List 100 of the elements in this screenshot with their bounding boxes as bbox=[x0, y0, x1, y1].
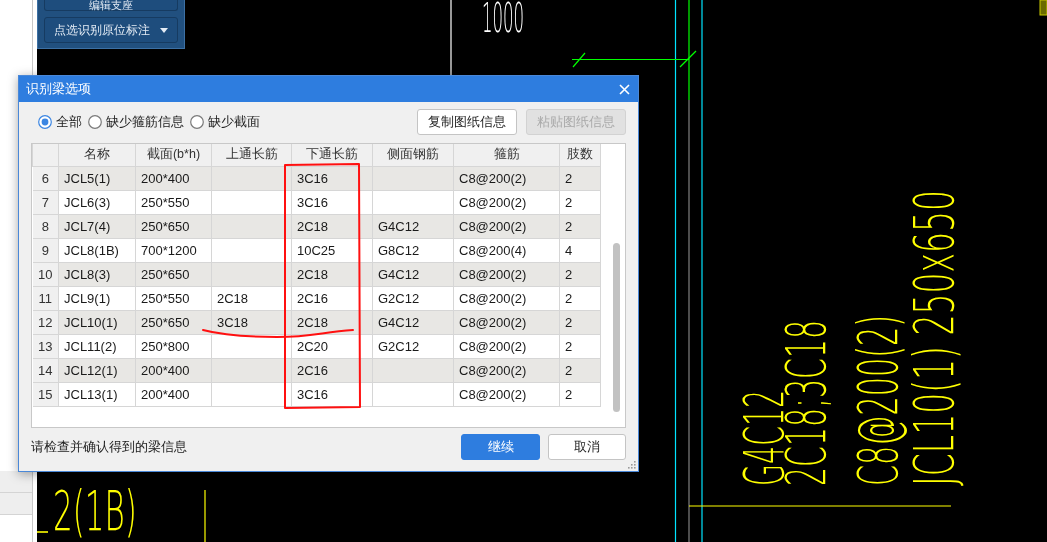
column-header: 侧面钢筋 bbox=[372, 144, 454, 166]
table-cell: G8C12 bbox=[372, 238, 454, 262]
filter-radio[interactable]: 缺少箍筋信息 bbox=[88, 113, 184, 131]
continue-button[interactable]: 继续 bbox=[461, 434, 540, 460]
row-number: 15 bbox=[32, 382, 59, 406]
table-cell: 250*550 bbox=[135, 190, 212, 214]
filter-radio[interactable]: 全部 bbox=[38, 113, 82, 131]
table-cell: JCL9(1) bbox=[58, 286, 136, 310]
table-cell: JCL5(1) bbox=[58, 166, 136, 190]
column-header: 上通长筋 bbox=[211, 144, 292, 166]
table-cell: 2 bbox=[559, 310, 601, 334]
table-cell: 2 bbox=[559, 334, 601, 358]
table-cell: 250*800 bbox=[135, 334, 212, 358]
table-cell: 250*650 bbox=[135, 310, 212, 334]
filter-radio[interactable]: 缺少截面 bbox=[190, 113, 260, 131]
table-cell: 2 bbox=[559, 214, 601, 238]
row-number: 8 bbox=[32, 214, 59, 238]
table-cell: C8@200(2) bbox=[453, 286, 560, 310]
resize-grip-icon[interactable] bbox=[627, 460, 636, 469]
table-cell: C8@200(2) bbox=[453, 334, 560, 358]
table-cell: G2C12 bbox=[372, 334, 454, 358]
table-row[interactable]: 15 JCL13(1) 200*400 3C16 C8@200(2) 2 bbox=[32, 382, 601, 406]
cancel-button[interactable]: 取消 bbox=[548, 434, 626, 460]
row-number: 9 bbox=[32, 238, 59, 262]
table-cell: C8@200(2) bbox=[453, 214, 560, 238]
table-cell: G2C12 bbox=[372, 286, 454, 310]
panel-button[interactable]: 编辑支座 bbox=[44, 0, 178, 11]
scrollbar-thumb[interactable] bbox=[613, 243, 620, 412]
table-cell: 2C20 bbox=[291, 334, 373, 358]
table-cell: JCL13(1) bbox=[58, 382, 136, 406]
table-row[interactable]: 12 JCL10(1) 250*650 3C18 2C18 G4C12 C8@200(2) 2 bbox=[32, 310, 601, 334]
dimension-text: 1000 bbox=[482, 0, 525, 37]
table-row[interactable]: 7 JCL6(3) 250*550 3C16 C8@200(2) 2 bbox=[32, 190, 601, 214]
column-header: 截面(b*h) bbox=[135, 144, 212, 166]
table-row[interactable]: 14 JCL12(1) 200*400 2C16 C8@200(2) 2 bbox=[32, 358, 601, 382]
table-cell: G4C12 bbox=[372, 310, 454, 334]
table-cell: 250*650 bbox=[135, 262, 212, 286]
table-cell: 200*400 bbox=[135, 382, 212, 406]
caret-icon bbox=[160, 27, 168, 33]
column-header: 箍筋 bbox=[453, 144, 560, 166]
table-cell: C8@200(2) bbox=[453, 310, 560, 334]
table-cell: 2 bbox=[559, 262, 601, 286]
table-cell: 2C16 bbox=[291, 358, 373, 382]
cad-text: 2(1B) bbox=[53, 486, 137, 537]
row-number: 12 bbox=[32, 310, 59, 334]
row-number: 13 bbox=[32, 334, 59, 358]
table-row[interactable]: 8 JCL7(4) 250*650 2C18 G4C12 C8@200(2) 2 bbox=[32, 214, 601, 238]
table-cell: 4 bbox=[559, 238, 601, 262]
action-button[interactable]: 复制图纸信息 bbox=[417, 109, 517, 135]
column-header: 肢数 bbox=[559, 144, 601, 166]
table-cell: C8@200(2) bbox=[453, 166, 560, 190]
table-cell: C8@200(4) bbox=[453, 238, 560, 262]
table-cell: G4C12 bbox=[372, 214, 454, 238]
table-cell: 3C16 bbox=[291, 166, 373, 190]
table-cell: 2C18 bbox=[291, 310, 373, 334]
table-cell: 250*650 bbox=[135, 214, 212, 238]
cad-line bbox=[37, 531, 49, 533]
row-number: 10 bbox=[32, 262, 59, 286]
row-number: 6 bbox=[32, 166, 59, 190]
table-cell: C8@200(2) bbox=[453, 358, 560, 382]
table-row[interactable]: 11 JCL9(1) 250*550 2C18 2C16 G2C12 C8@200(2) 2 bbox=[32, 286, 601, 310]
column-header: 名称 bbox=[58, 144, 136, 166]
table-cell: 3C16 bbox=[291, 190, 373, 214]
row-number: 7 bbox=[32, 190, 59, 214]
table-cell: C8@200(2) bbox=[453, 190, 560, 214]
table-cell: JCL11(2) bbox=[58, 334, 136, 358]
status-text: 请检查并确认得到的梁信息 bbox=[31, 438, 188, 456]
table-cell: 2C18 bbox=[291, 262, 373, 286]
table-row[interactable]: 9 JCL8(1B) 700*1200 10C25 G8C12 C8@200(4) 4 bbox=[32, 238, 601, 262]
table-cell: 2 bbox=[559, 358, 601, 382]
cad-marker bbox=[1039, 0, 1047, 16]
table-cell: 3C18 bbox=[211, 310, 292, 334]
table-cell: JCL6(3) bbox=[58, 190, 136, 214]
row-number: 14 bbox=[32, 358, 59, 382]
cad-line bbox=[204, 489, 206, 542]
table-cell: 10C25 bbox=[291, 238, 373, 262]
table-cell: JCL7(4) bbox=[58, 214, 136, 238]
table-cell: 2 bbox=[559, 286, 601, 310]
table-cell: C8@200(2) bbox=[453, 382, 560, 406]
table-cell: C8@200(2) bbox=[453, 262, 560, 286]
table-cell: 2 bbox=[559, 382, 601, 406]
table-cell: 2C18 bbox=[211, 286, 292, 310]
table-cell: JCL8(1B) bbox=[58, 238, 136, 262]
dropdown-button[interactable]: 点选识别原位标注 bbox=[44, 17, 178, 43]
table-row[interactable]: 13 JCL11(2) 250*800 2C20 G2C12 C8@200(2) 2 bbox=[32, 334, 601, 358]
table-cell: 250*550 bbox=[135, 286, 212, 310]
column-header: 下通长筋 bbox=[291, 144, 373, 166]
table-cell: JCL12(1) bbox=[58, 358, 136, 382]
table-row[interactable]: 10 JCL8(3) 250*650 2C18 G4C12 C8@200(2) 2 bbox=[32, 262, 601, 286]
tick-mark bbox=[679, 50, 697, 68]
table-cell: 200*400 bbox=[135, 358, 212, 382]
table-cell: G4C12 bbox=[372, 262, 454, 286]
close-icon[interactable] bbox=[619, 83, 630, 95]
table-cell: 200*400 bbox=[135, 166, 212, 190]
table-row[interactable]: 6 JCL5(1) 200*400 3C16 C8@200(2) 2 bbox=[32, 166, 601, 190]
dialog-title: 识别梁选项 bbox=[26, 80, 91, 98]
row-number: 11 bbox=[32, 286, 59, 310]
table-cell: 2 bbox=[559, 166, 601, 190]
table-cell: 2C18 bbox=[291, 214, 373, 238]
table-cell: 3C16 bbox=[291, 382, 373, 406]
